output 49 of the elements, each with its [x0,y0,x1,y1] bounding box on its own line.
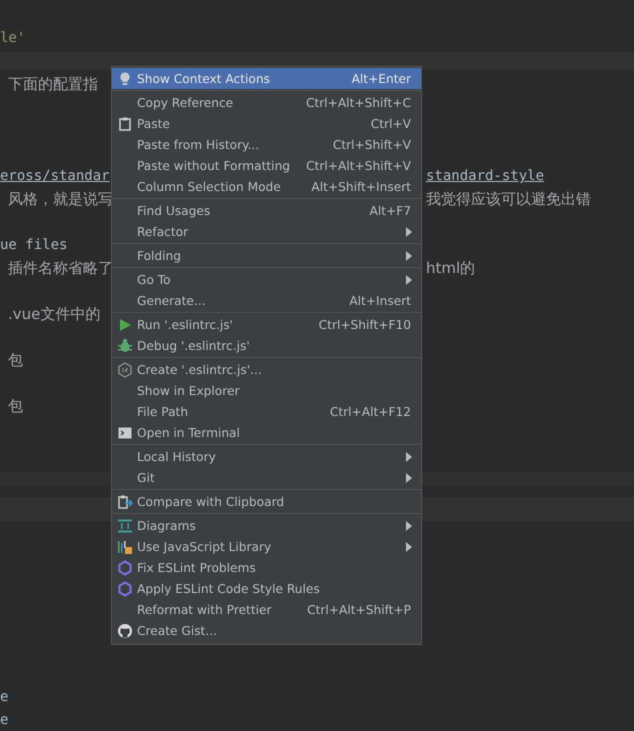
code-text: 包 [7,396,23,416]
diagram-icon [116,518,132,534]
menu-item[interactable]: Folding [112,245,421,266]
code-text: 包 [7,350,23,370]
menu-item[interactable]: Compare with Clipboard [112,491,421,512]
code-text: 插件名称省略了 [7,258,113,278]
menu-item[interactable]: Diagrams [112,515,421,536]
code-text: html的 [426,258,476,278]
menu-item[interactable]: Refactor [112,221,421,242]
menu-item[interactable]: Local History [112,446,421,467]
menu-item[interactable]: Open in Terminal [112,422,421,443]
menu-item[interactable]: Run '.eslintrc.js' Ctrl+Shift+F10 [112,314,421,335]
menu-item[interactable]: Fix ESLint Problems [112,557,421,578]
menu-item[interactable]: File Path Ctrl+Alt+F12 [112,401,421,422]
hexagon-icon [116,362,132,378]
code-text: le' [0,30,26,46]
menu-item[interactable]: Show Context Actions Alt+Enter [112,68,421,89]
menu-item[interactable]: Use JavaScript Library [112,536,421,557]
code-text: e [0,712,8,728]
menu-item[interactable]: Create '.eslintrc.js'... [112,359,421,380]
code-text: e [0,689,8,705]
code-text: .vue文件中的 [7,304,100,324]
menu-item[interactable]: Find Usages Alt+F7 [112,200,421,221]
menu-item[interactable]: Debug '.eslintrc.js' [112,335,421,356]
terminal-icon [116,424,132,440]
menu-item[interactable]: Paste Ctrl+V [112,113,421,134]
hexagon-icon [116,580,132,596]
code-text: 下面的配置指 [7,74,98,94]
menu-item[interactable]: Go To [112,269,421,290]
menu-item[interactable]: Generate... Alt+Insert [112,290,421,311]
menu-item[interactable]: Copy Reference Ctrl+Alt+Shift+C [112,92,421,113]
code-text: standard-style [426,168,544,184]
github-icon [116,622,132,638]
library-icon [116,538,132,554]
clipboard-arrow-icon [116,494,132,510]
menu-item[interactable]: Apply ESLint Code Style Rules [112,578,421,599]
menu-item[interactable]: Create Gist... [112,620,421,641]
menu-item[interactable]: Show in Explorer [112,380,421,401]
menu-item[interactable]: Git [112,467,421,488]
menu-item[interactable]: Reformat with Prettier Ctrl+Alt+Shift+P [112,599,421,620]
menu-item[interactable]: Paste without Formatting Ctrl+Alt+Shift+V [112,155,421,176]
menu-item[interactable]: Paste from History... Ctrl+Shift+V [112,134,421,155]
hexagon-icon [116,560,132,576]
code-text: eross/standar [0,168,110,184]
code-text: 我觉得应该可以避免出错 [426,190,591,208]
clipboard-icon [116,116,132,132]
menu-item[interactable]: Column Selection Mode Alt+Shift+Insert [112,176,421,197]
code-text: ue files [0,237,68,253]
bug-icon [116,338,132,354]
